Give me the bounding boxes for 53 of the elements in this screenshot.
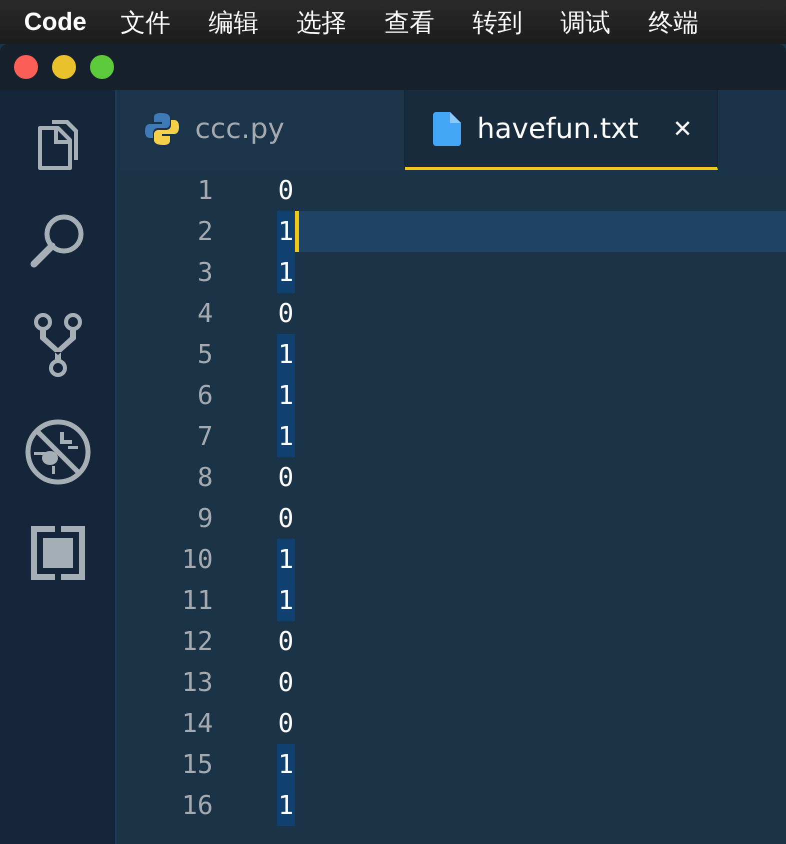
editor-tab[interactable]: havefun.txt ✕: [405, 90, 718, 170]
file-icon: [433, 112, 461, 146]
line-number: 16: [180, 790, 213, 820]
menu-item[interactable]: 转到: [472, 6, 522, 38]
code-text: 0: [277, 174, 295, 208]
code-text: 1: [277, 580, 295, 621]
zoom-button[interactable]: [90, 55, 114, 79]
code-text: 0: [277, 708, 295, 740]
menu-item[interactable]: 编辑: [208, 6, 258, 38]
code-text: 0: [277, 626, 295, 658]
branch-icon[interactable]: [34, 312, 82, 378]
code-text: 0: [277, 462, 295, 494]
menu-item[interactable]: 调试: [560, 6, 610, 38]
menu-item[interactable]: 查看: [384, 6, 434, 38]
code-text: 0: [277, 298, 295, 330]
python-icon: [145, 112, 179, 146]
extensions-icon[interactable]: [30, 526, 84, 580]
line-number: 15: [180, 750, 213, 780]
line-number: 2: [196, 216, 213, 246]
tab-label: havefun.txt: [477, 112, 638, 145]
code-text: 1: [277, 252, 295, 293]
close-tab-button[interactable]: ✕: [672, 114, 693, 142]
line-number: 9: [196, 504, 213, 534]
minimize-button[interactable]: [52, 55, 76, 79]
line-number: 1: [196, 176, 213, 206]
line-number: 3: [196, 258, 213, 288]
code-text: 0: [277, 502, 295, 536]
menu-item[interactable]: 终端: [648, 6, 698, 38]
close-button[interactable]: [14, 55, 38, 79]
code-text: 0: [277, 666, 295, 700]
line-number: 12: [180, 626, 213, 656]
menu-item[interactable]: 文件: [120, 6, 170, 38]
line-number: 8: [196, 462, 213, 492]
tab-label: ccc.py: [195, 112, 284, 145]
line-number: 7: [196, 422, 213, 452]
line-number: 14: [180, 708, 213, 738]
code-text: 1: [277, 211, 295, 252]
code-text: 1: [277, 744, 295, 785]
line-number: 10: [180, 544, 213, 574]
code-text: 1: [277, 785, 295, 826]
line-number: 4: [196, 298, 213, 328]
line-number: 6: [196, 380, 213, 410]
app-menu[interactable]: Code: [24, 8, 86, 36]
line-number: 5: [196, 340, 213, 370]
code-text: 1: [277, 334, 295, 375]
menu-item[interactable]: 选择: [296, 6, 346, 38]
text-cursor: [294, 211, 299, 252]
code-text: 1: [277, 539, 295, 580]
code-text: 1: [277, 416, 295, 457]
line-number: 13: [180, 668, 213, 698]
line-number: 11: [180, 586, 213, 616]
code-text: 1: [277, 375, 295, 416]
no-bug-icon[interactable]: [24, 418, 92, 486]
